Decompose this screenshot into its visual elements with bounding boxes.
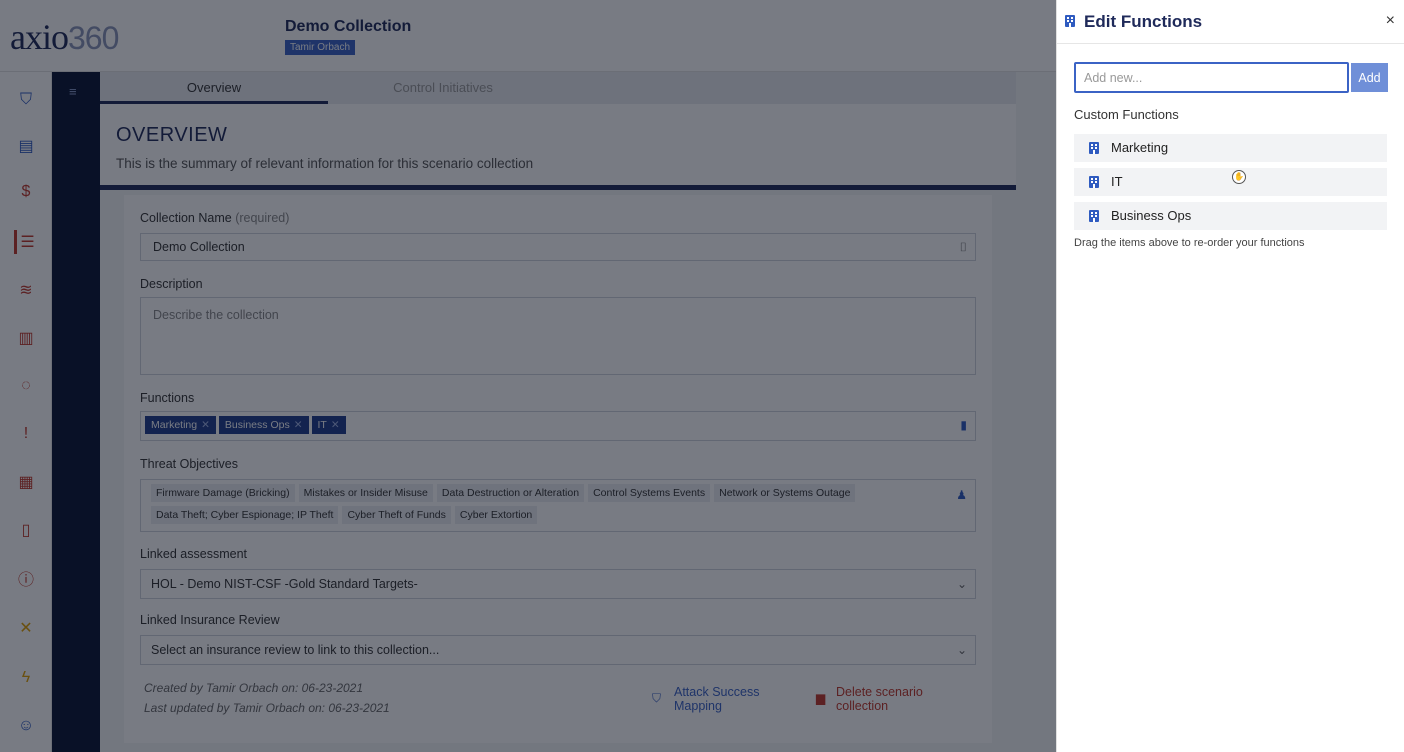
tab-overview[interactable]: Overview (100, 72, 328, 104)
threat-chip[interactable]: Network or Systems Outage (714, 484, 856, 502)
threat-chip[interactable]: Cyber Theft of Funds (342, 506, 451, 524)
threat-objectives-label: Threat Objectives (140, 457, 238, 471)
linked-assessment-label: Linked assessment (140, 547, 248, 561)
threat-chip[interactable]: Data Theft; Cyber Espionage; IP Theft (151, 506, 339, 524)
smiley-icon[interactable]: ☺ (14, 714, 38, 738)
updated-by-text: Last updated by Tamir Orbach on: 06-23-2… (144, 701, 390, 715)
brain-icon[interactable]: ◌ (14, 374, 38, 398)
collection-name-field[interactable]: Demo Collection ⌷ (140, 233, 976, 261)
function-item-business-ops[interactable]: Business Ops (1074, 202, 1387, 230)
document-icon[interactable]: ▤ (14, 134, 38, 158)
bolt-icon[interactable]: ϟ (14, 666, 38, 690)
created-by-text: Created by Tamir Orbach on: 06-23-2021 (144, 681, 364, 695)
building-icon (1089, 176, 1099, 188)
building-icon (1089, 210, 1099, 222)
linked-insurance-label: Linked Insurance Review (140, 613, 280, 627)
alert-icon[interactable]: ! (14, 422, 38, 446)
edit-functions-drawer: Edit Functions × Add Custom Functions Ma… (1056, 0, 1404, 752)
function-chip[interactable]: Business Ops ✕ (218, 416, 309, 434)
reorder-hint: Drag the items above to re-order your fu… (1074, 237, 1305, 249)
axio-logo[interactable]: axio360 (10, 16, 119, 58)
chart-icon[interactable]: ▥ (14, 326, 38, 350)
grab-cursor-icon: ✋ (1232, 170, 1246, 184)
overview-header: OVERVIEW This is the summary of relevant… (100, 104, 1016, 190)
functions-label: Functions (140, 391, 195, 405)
functions-field[interactable]: Marketing ✕ Business Ops ✕ IT ✕ ▮ (140, 411, 976, 441)
top-bar: axio360 Demo Collection Tamir Orbach (0, 0, 1056, 72)
threat-chip[interactable]: Mistakes or Insider Misuse (298, 484, 433, 502)
page-subtitle: This is the summary of relevant informat… (116, 156, 534, 171)
sub-nav: ≡ (52, 72, 100, 752)
function-chip[interactable]: IT ✕ (311, 416, 346, 434)
collection-name-label: Collection Name (required) (140, 211, 290, 225)
threat-chip[interactable]: Firmware Damage (Bricking) (151, 484, 295, 502)
description-label: Description (140, 277, 203, 291)
icon-sidebar: ⛉ ▤ $ ☰ ≋ ▥ ◌ ! ▦ ▯ ⓘ ✕ ϟ ☺ (0, 72, 52, 752)
edit-icon: ⌷ (959, 240, 967, 254)
function-item-it[interactable]: IT (1074, 168, 1387, 196)
user-badge: Tamir Orbach (285, 40, 356, 55)
add-function-input[interactable] (1074, 62, 1349, 93)
linked-assessment-select[interactable]: HOL - Demo NIST-CSF -Gold Standard Targe… (140, 569, 976, 599)
collapse-menu-icon[interactable]: ≡ (69, 84, 77, 99)
building-icon (1065, 15, 1075, 27)
shield-icon[interactable]: ⛉ (14, 88, 38, 112)
chevron-down-icon: ⌄ (956, 643, 967, 657)
tab-bar: Overview Control Initiatives (100, 72, 1016, 104)
app-main: axio360 Demo Collection Tamir Orbach ⛉ ▤… (0, 0, 1056, 752)
attack-success-mapping-link[interactable]: ⛉ Attack Success Mapping (652, 685, 759, 713)
drawer-header: Edit Functions × (1057, 0, 1404, 44)
page-title: OVERVIEW (116, 124, 228, 146)
layers-icon[interactable]: ≋ (14, 278, 38, 302)
drawer-title: Edit Functions (1084, 12, 1203, 31)
function-item-label: IT (1111, 174, 1123, 189)
threat-chip[interactable]: Cyber Extortion (454, 506, 538, 524)
sliders-icon[interactable]: ☰ (14, 230, 38, 254)
delete-collection-link[interactable]: ▆ Delete scenario collection (816, 685, 923, 713)
trash-icon: ▆ (816, 691, 826, 705)
collection-title: Demo Collection (285, 18, 412, 35)
custom-functions-label: Custom Functions (1074, 107, 1179, 122)
building-icon (1089, 142, 1099, 154)
linked-insurance-select[interactable]: Select an insurance review to link to th… (140, 635, 976, 665)
close-button[interactable]: × (1386, 12, 1395, 30)
robber-icon[interactable]: ♟ (956, 488, 967, 502)
collection-form: Collection Name (required) Demo Collecti… (124, 195, 992, 743)
chevron-down-icon: ⌄ (956, 577, 967, 591)
tools-icon[interactable]: ✕ (14, 616, 38, 640)
tab-control-initiatives[interactable]: Control Initiatives (328, 72, 558, 104)
threat-chip[interactable]: Control Systems Events (588, 484, 711, 502)
building-icon[interactable]: ▮ (960, 418, 967, 432)
function-item-label: Marketing (1111, 140, 1169, 155)
threat-chip[interactable]: Data Destruction or Alteration (436, 484, 585, 502)
description-field[interactable]: Describe the collection (140, 297, 976, 375)
info-icon[interactable]: ⓘ (14, 566, 38, 590)
function-item-marketing[interactable]: Marketing (1074, 134, 1387, 162)
function-item-label: Business Ops (1111, 208, 1192, 223)
add-function-button[interactable]: Add (1351, 63, 1388, 92)
dollar-icon[interactable]: $ (14, 180, 38, 204)
map-icon[interactable]: ▯ (14, 518, 38, 542)
shield-icon: ⛉ (652, 691, 662, 705)
threat-objectives-field[interactable]: Firmware Damage (Bricking) Mistakes or In… (140, 479, 976, 532)
table-icon[interactable]: ▦ (14, 470, 38, 494)
function-chip[interactable]: Marketing ✕ (145, 416, 216, 434)
